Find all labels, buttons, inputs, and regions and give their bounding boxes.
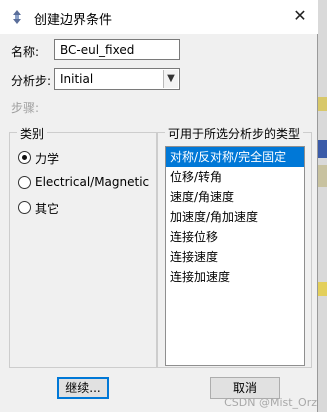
list-item[interactable]: 加速度/角加速度 (166, 207, 304, 227)
radio-button[interactable] (18, 151, 31, 164)
category-group (9, 132, 157, 368)
background-edge-mark (318, 165, 327, 187)
watermark-text: CSDN @Mist_Orz (224, 396, 317, 409)
continue-button[interactable]: 继续... (57, 377, 109, 399)
radio-label: 其它 (35, 202, 60, 216)
radio-label: Electrical/Magnetic (35, 175, 150, 189)
background-edge-mark (318, 97, 327, 111)
list-item[interactable]: 速度/角速度 (166, 187, 304, 207)
list-item[interactable]: 连接加速度 (166, 267, 304, 287)
radio-label: 力学 (35, 152, 60, 166)
types-listbox[interactable]: 对称/反对称/完全固定 位移/转角 速度/角速度 加速度/角加速度 连接位移 连… (165, 146, 305, 366)
create-boundary-condition-dialog: 创建边界条件 ✕ 名称: 分析步: Initial ▼ 步骤: 类别 力学 El… (0, 0, 318, 412)
types-group-title: 可用于所选分析步的类型 (165, 125, 304, 142)
step-select-value: Initial (60, 72, 94, 86)
radio-button[interactable] (18, 201, 31, 214)
background-window-edge (318, 0, 327, 412)
step-select[interactable]: Initial ▼ (54, 68, 180, 90)
close-icon: ✕ (293, 6, 307, 25)
list-item[interactable]: 连接速度 (166, 247, 304, 267)
radio-selected-dot (22, 155, 27, 160)
close-button[interactable]: ✕ (290, 6, 310, 26)
radio-button[interactable] (18, 176, 31, 189)
chevron-down-icon[interactable]: ▼ (163, 70, 178, 88)
list-item[interactable]: 对称/反对称/完全固定 (166, 147, 304, 167)
name-input[interactable] (54, 39, 180, 60)
background-edge-mark (318, 282, 327, 296)
background-edge-mark (318, 140, 327, 158)
list-item[interactable]: 位移/转角 (166, 167, 304, 187)
dialog-title: 创建边界条件 (34, 13, 113, 28)
list-item[interactable]: 连接位移 (166, 227, 304, 247)
abaqus-app-icon (13, 10, 21, 24)
title-bar[interactable]: 创建边界条件 ✕ (0, 0, 318, 34)
step-label: 分析步: (11, 74, 52, 88)
name-label: 名称: (11, 45, 40, 59)
procedure-label: 步骤: (11, 101, 40, 115)
category-group-title: 类别 (17, 125, 48, 142)
